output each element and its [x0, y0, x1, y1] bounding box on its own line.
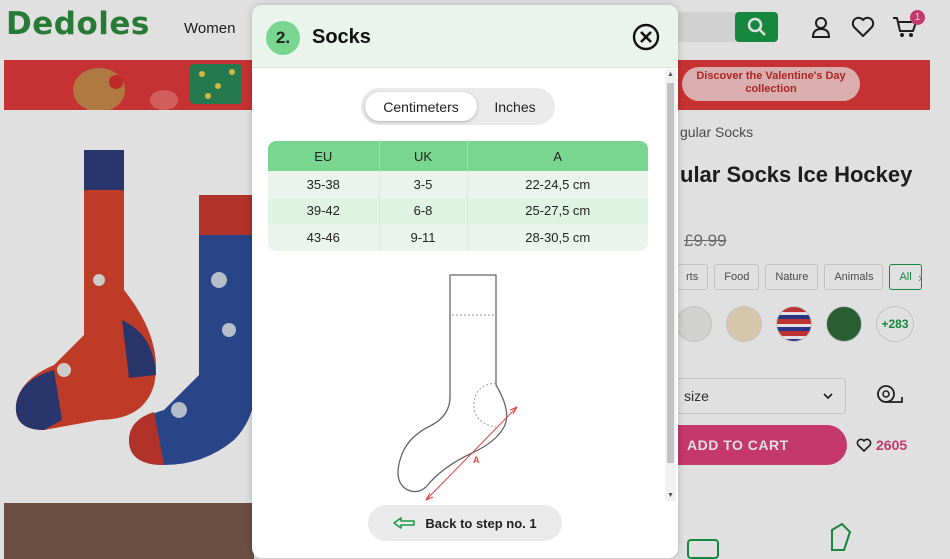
- modal-title: Socks: [312, 26, 371, 48]
- table-cell: 3-5: [379, 171, 468, 198]
- table-cell: 28-30,5 cm: [467, 224, 648, 251]
- table-row: 39-42 6-8 25-27,5 cm: [268, 197, 648, 224]
- modal-scrollbar[interactable]: ▲ ▼: [665, 69, 676, 501]
- column-header-eu: EU: [268, 141, 380, 171]
- centimeters-tab[interactable]: Centimeters: [365, 92, 477, 121]
- table-cell: 6-8: [379, 197, 468, 224]
- table-cell: 39-42: [268, 197, 380, 224]
- diagram-label-a: A: [473, 455, 480, 465]
- table-row: 43-46 9-11 28-30,5 cm: [268, 224, 648, 251]
- scroll-down-arrow[interactable]: ▼: [665, 492, 676, 499]
- scroll-thumb[interactable]: [667, 83, 674, 463]
- table-cell: 9-11: [379, 224, 468, 251]
- table-row: 35-38 3-5 22-24,5 cm: [268, 171, 648, 198]
- table-header-row: EU UK A: [268, 141, 648, 171]
- inches-tab[interactable]: Inches: [480, 92, 550, 121]
- column-header-uk: UK: [379, 141, 468, 171]
- sock-measurement-diagram: A: [397, 274, 518, 501]
- unit-toggle: Centimeters Inches: [361, 88, 555, 125]
- size-table: EU UK A 35-38 3-5 22-24,5 cm 39-42 6-8 2…: [268, 141, 648, 251]
- arrow-left-icon: [393, 517, 416, 529]
- table-cell: 22-24,5 cm: [467, 171, 648, 198]
- back-to-step-1-button[interactable]: Back to step no. 1: [368, 505, 562, 541]
- table-cell: 43-46: [268, 224, 380, 251]
- size-guide-modal: 2. Socks Centimeters Inches EU UK A 35-3…: [252, 5, 678, 558]
- modal-header: 2. Socks: [252, 5, 678, 68]
- table-cell: 35-38: [268, 171, 380, 198]
- scroll-up-arrow[interactable]: ▲: [665, 71, 676, 78]
- table-cell: 25-27,5 cm: [467, 197, 648, 224]
- back-button-label: Back to step no. 1: [425, 515, 537, 531]
- close-icon: [632, 23, 660, 51]
- close-button[interactable]: [632, 23, 660, 51]
- column-header-a: A: [467, 141, 648, 171]
- step-number: 2.: [266, 21, 300, 55]
